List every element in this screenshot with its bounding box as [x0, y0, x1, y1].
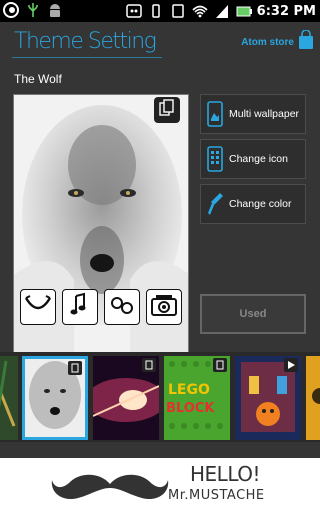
play-icon	[284, 358, 298, 372]
vibrate-icon	[147, 2, 165, 20]
copy-theme-button[interactable]	[154, 97, 180, 123]
shopping-bag-icon	[298, 29, 314, 54]
battery-icon	[235, 2, 253, 20]
camera-shortcut[interactable]	[146, 289, 182, 325]
link-icon	[109, 293, 135, 321]
theme-thumbnail-lego-block[interactable]: LEGO BLOCK	[164, 356, 230, 440]
change-color-button[interactable]: Change color	[200, 184, 306, 224]
theme-thumbnail-partial-left[interactable]	[0, 356, 18, 440]
used-button[interactable]: Used	[200, 294, 306, 334]
theme-name: The Wolf	[14, 72, 62, 86]
status-bar: 6:32 PM	[0, 0, 320, 22]
page-title: Theme Setting	[14, 29, 157, 54]
multi-wallpaper-button[interactable]: Multi wallpaper	[200, 94, 306, 134]
phone-grid-icon	[205, 145, 225, 173]
header: Theme Setting Atom store	[0, 22, 320, 64]
copy-icon	[142, 358, 156, 372]
music-shortcut[interactable]	[62, 289, 98, 325]
music-note-icon	[68, 292, 92, 322]
notification-box-icon	[125, 2, 143, 20]
swirl-notification-icon	[2, 1, 20, 19]
phone-icon	[169, 2, 187, 20]
copy-icon	[68, 361, 82, 375]
ad-headline: HELLO!	[190, 462, 261, 486]
lego-text: LEGO	[168, 382, 210, 398]
theme-preview	[13, 94, 189, 358]
block-text: BLOCK	[166, 401, 215, 416]
multi-wallpaper-label: Multi wallpaper	[229, 108, 300, 120]
status-time: 6:32 PM	[256, 3, 316, 19]
atom-store-button[interactable]: Atom store	[241, 29, 314, 54]
theme-thumbnail-strip: LEGO BLOCK	[0, 352, 320, 442]
camera-icon	[150, 293, 178, 321]
eyedropper-icon	[205, 190, 225, 218]
title-underline	[12, 57, 162, 58]
link-shortcut[interactable]	[104, 289, 140, 325]
theme-thumbnail-wolf[interactable]	[22, 356, 88, 440]
ad-subline: Mr.MUSTACHE	[168, 488, 265, 503]
theme-thumbnail-halloween[interactable]	[235, 356, 301, 440]
wifi-icon	[191, 2, 209, 20]
contacts-shortcut[interactable]	[20, 289, 56, 325]
copy-icon	[159, 99, 175, 121]
change-icon-button[interactable]: Change icon	[200, 139, 306, 179]
theme-thumbnail-partial-right[interactable]	[306, 356, 320, 440]
change-color-label: Change color	[229, 198, 292, 210]
theme-app-shortcuts	[20, 289, 182, 325]
ad-banner[interactable]: HELLO! Mr.MUSTACHE	[0, 458, 320, 512]
usb-icon	[24, 1, 42, 19]
mustache-icon	[50, 466, 170, 510]
copy-icon	[213, 358, 227, 372]
signal-icon	[213, 2, 231, 20]
theme-actions: Multi wallpaper Change icon Change color	[200, 94, 306, 229]
change-icon-label: Change icon	[229, 153, 288, 165]
android-icon	[46, 1, 64, 19]
theme-thumbnail-space[interactable]	[93, 356, 159, 440]
phone-wallpaper-icon	[205, 100, 225, 128]
atom-store-label: Atom store	[241, 36, 294, 48]
swoosh-icon	[24, 294, 52, 320]
theme-setting-screen: Theme Setting Atom store The Wolf Multi …	[0, 22, 320, 458]
